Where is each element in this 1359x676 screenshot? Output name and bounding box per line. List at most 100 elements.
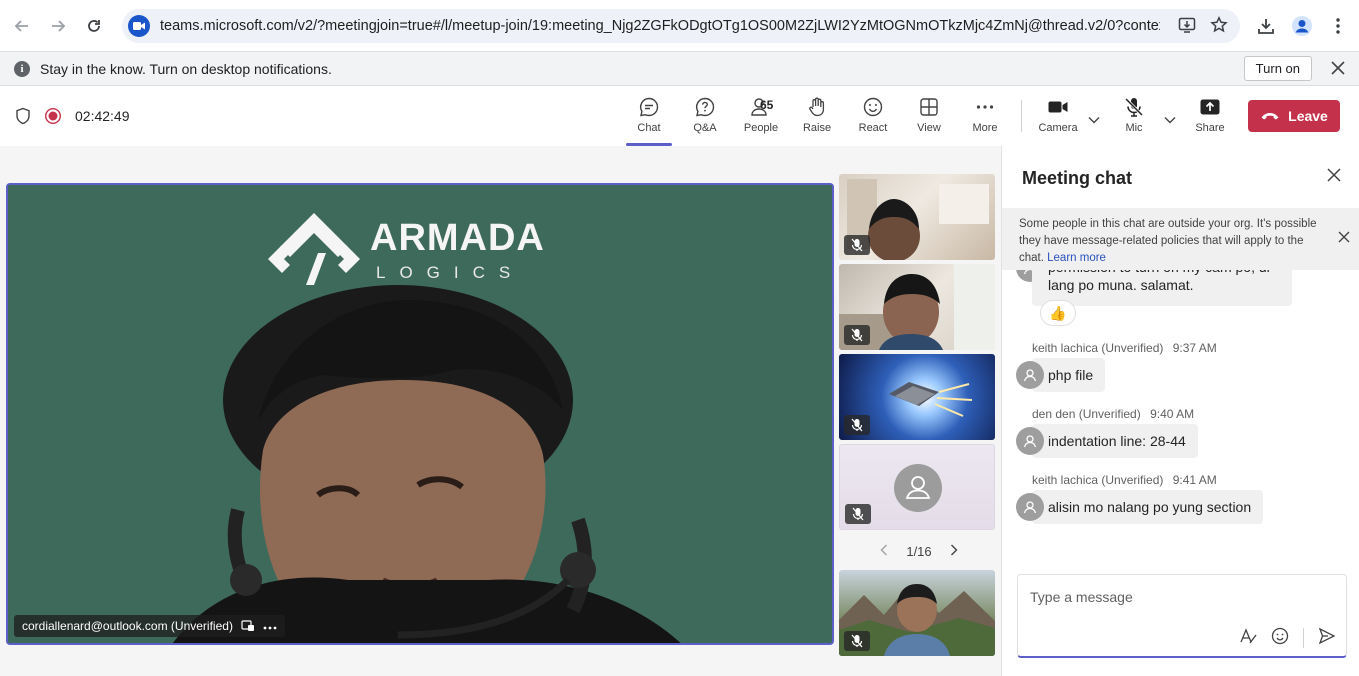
chat-panel-title: Meeting chat <box>1022 168 1133 188</box>
qa-label: Q&A <box>693 122 717 134</box>
participant-tile[interactable] <box>839 354 995 440</box>
message-text-line: lang po muna. salamat. <box>1048 277 1194 293</box>
avatar <box>1016 493 1044 521</box>
leave-label: Leave <box>1288 108 1328 124</box>
compose-divider <box>1303 627 1304 648</box>
meeting-toolbar: 02:42:49 Chat Q&A 65 People Raise React … <box>0 86 1359 146</box>
profile-icon[interactable] <box>1288 12 1316 40</box>
avatar-placeholder-icon <box>894 464 942 512</box>
camera-options-chevron-icon[interactable] <box>1088 112 1100 127</box>
message-sender: den den (Unverified) <box>1032 407 1141 421</box>
camera-button[interactable]: Camera <box>1033 96 1083 144</box>
browser-toolbar: teams.microsoft.com/v2/?meetingjoin=true… <box>0 0 1359 52</box>
mic-button[interactable]: Mic <box>1109 96 1159 144</box>
chat-button[interactable]: Chat <box>624 96 674 146</box>
muted-mic-icon <box>844 631 870 651</box>
muted-mic-icon <box>844 235 870 255</box>
avatar <box>1016 361 1044 389</box>
teams-site-icon <box>128 15 150 37</box>
thumbs-up-reaction[interactable]: 👍 <box>1040 300 1076 326</box>
people-count-badge: 65 <box>760 98 774 112</box>
send-icon[interactable] <box>1318 627 1336 648</box>
speaker-name: cordiallenard@outlook.com (Unverified) <box>22 619 233 633</box>
turn-on-button[interactable]: Turn on <box>1243 56 1312 81</box>
share-label: Share <box>1195 122 1225 134</box>
message-time: 9:37 AM <box>1172 341 1217 355</box>
chevron-right-icon[interactable] <box>950 544 958 559</box>
avatar <box>1016 427 1044 455</box>
camera-icon <box>1048 101 1068 113</box>
participant-tile[interactable] <box>839 264 995 350</box>
chat-message-list[interactable]: permission to turn on my cam po, di lang… <box>1002 252 1359 542</box>
learn-more-link[interactable]: Learn more <box>1047 252 1106 264</box>
back-icon[interactable] <box>8 12 36 40</box>
message-sender: keith lachica (Unverified) <box>1032 473 1164 487</box>
reload-icon[interactable] <box>80 12 108 40</box>
compose-placeholder[interactable]: Type a message <box>1030 589 1133 605</box>
people-label: People <box>743 122 779 134</box>
message-text: php file <box>1048 367 1094 383</box>
url-text[interactable]: teams.microsoft.com/v2/?meetingjoin=true… <box>160 18 1160 34</box>
mic-label: Mic <box>1125 122 1143 134</box>
view-label: View <box>917 122 941 134</box>
camera-label: Camera <box>1038 122 1078 134</box>
install-icon[interactable] <box>1178 16 1196 37</box>
star-icon[interactable] <box>1210 16 1228 37</box>
recording-icon <box>44 107 62 128</box>
page-indicator: 1/16 <box>906 543 932 559</box>
qa-icon <box>695 97 715 117</box>
raise-hand-icon <box>809 97 825 117</box>
armada-logo-icon <box>268 213 360 285</box>
close-icon[interactable] <box>1327 168 1341 185</box>
participant-tile[interactable] <box>839 570 995 656</box>
chat-message-bubble[interactable]: indentation line: 28-44 <box>1032 424 1198 458</box>
smiley-icon <box>863 97 883 117</box>
react-label: React <box>858 122 888 134</box>
close-icon[interactable] <box>1331 59 1345 80</box>
view-button[interactable]: View <box>904 96 954 144</box>
notification-text: Stay in the know. Turn on desktop notifi… <box>40 60 332 77</box>
speaker-figure <box>173 285 681 643</box>
format-text-icon[interactable] <box>1239 627 1257 648</box>
chat-message-bubble[interactable]: alisin mo nalang po yung section <box>1032 490 1264 524</box>
mic-off-icon <box>1124 97 1144 117</box>
message-meta: keith lachica (Unverified) 9:41 AM <box>1032 473 1217 487</box>
forward-icon[interactable] <box>44 12 72 40</box>
info-icon: i <box>14 60 30 77</box>
raise-label: Raise <box>802 122 832 134</box>
address-bar[interactable]: teams.microsoft.com/v2/?meetingjoin=true… <box>122 9 1240 43</box>
more-options-icon[interactable] <box>263 619 277 633</box>
more-button[interactable]: More <box>960 96 1010 144</box>
shield-icon[interactable] <box>14 107 32 128</box>
main-speaker-video[interactable]: ARMADA LOGICS cordiallenard@outlook.com … <box>6 183 834 645</box>
grid-view-icon <box>920 98 938 116</box>
menu-icon[interactable] <box>1324 12 1352 40</box>
more-label: More <box>972 122 998 134</box>
leave-button[interactable]: Leave <box>1248 100 1340 132</box>
meeting-timer: 02:42:49 <box>75 108 130 124</box>
close-icon[interactable] <box>1338 231 1350 249</box>
emoji-icon[interactable] <box>1271 627 1289 648</box>
participant-tile[interactable] <box>839 174 995 260</box>
toolbar-divider <box>1021 100 1022 132</box>
people-button[interactable]: 65 People <box>736 96 786 144</box>
message-text: indentation line: 28-44 <box>1048 433 1186 449</box>
company-logo: ARMADA LOGICS <box>266 207 586 289</box>
download-icon[interactable] <box>1252 12 1280 40</box>
muted-mic-icon <box>845 504 871 524</box>
raise-hand-button[interactable]: Raise <box>792 96 842 144</box>
message-compose-box[interactable]: Type a message <box>1017 574 1347 658</box>
chevron-left-icon[interactable] <box>880 544 888 559</box>
qa-button[interactable]: Q&A <box>680 96 730 144</box>
share-button[interactable]: Share <box>1185 96 1235 144</box>
message-meta: den den (Unverified) 9:40 AM <box>1032 407 1194 421</box>
message-text: alisin mo nalang po yung section <box>1048 499 1252 515</box>
hangup-icon <box>1261 113 1279 120</box>
meeting-chat-panel: Meeting chat permission to turn on my ca… <box>1001 146 1359 676</box>
participant-tile[interactable] <box>839 444 995 530</box>
mic-options-chevron-icon[interactable] <box>1164 112 1176 127</box>
external-org-banner: Some people in this chat are outside you… <box>1002 208 1359 270</box>
message-time: 9:40 AM <box>1150 407 1195 421</box>
muted-mic-icon <box>844 415 870 435</box>
react-button[interactable]: React <box>848 96 898 144</box>
